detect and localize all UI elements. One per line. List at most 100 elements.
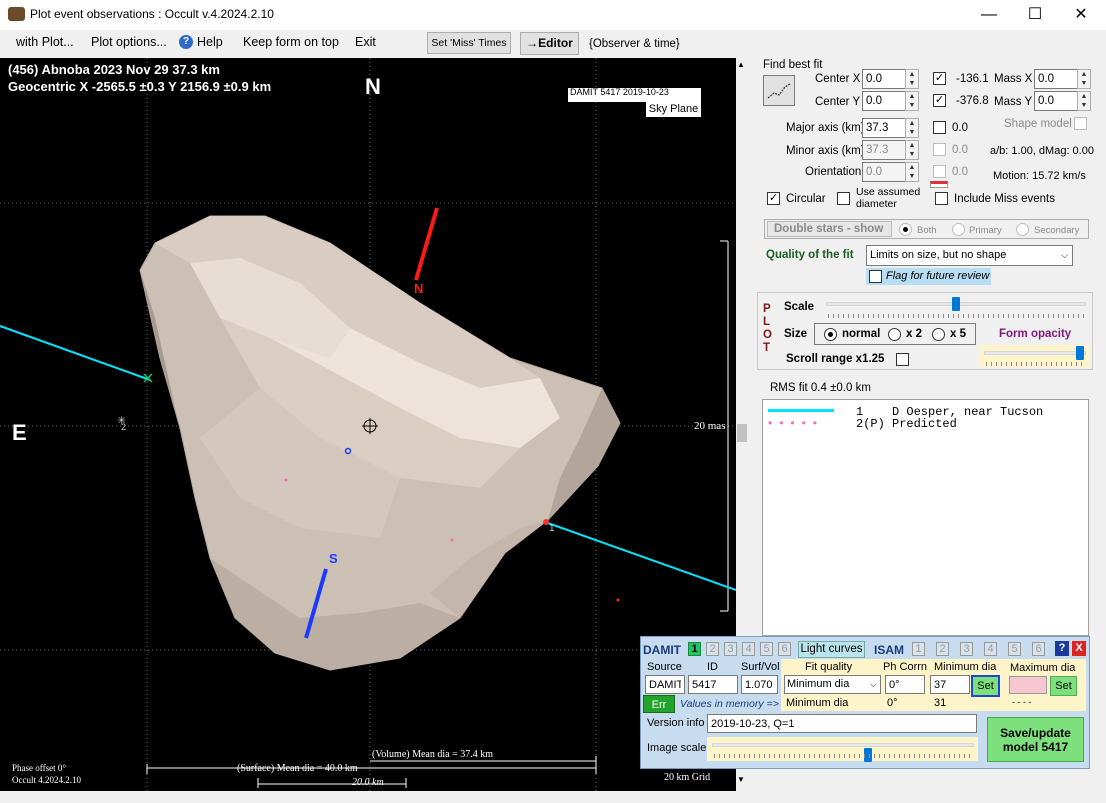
- mass-x-spinner[interactable]: ▲ ▼: [1077, 69, 1091, 89]
- quality-label: Quality of the fit: [766, 249, 854, 261]
- source-input[interactable]: [645, 675, 685, 694]
- damit-tab-2[interactable]: 2: [706, 642, 719, 656]
- center-y-spinner[interactable]: ▲ ▼: [905, 91, 919, 111]
- menu-keep-on-top[interactable]: Keep form on top: [243, 35, 339, 49]
- fit-quality-label: Fit quality: [805, 661, 853, 673]
- chord-line-right: [544, 521, 736, 591]
- mass-x-input[interactable]: [1034, 69, 1078, 89]
- editor-button[interactable]: →Editor: [520, 32, 579, 55]
- light-curves-button[interactable]: Light curves: [798, 641, 865, 658]
- center-x-checkbox[interactable]: ✓: [933, 72, 946, 85]
- opacity-slider-ticks: [986, 362, 1084, 366]
- menu-help[interactable]: Help: [197, 35, 223, 49]
- scrollbar-thumb[interactable]: [737, 424, 747, 442]
- scale-slider-thumb[interactable]: [952, 297, 960, 311]
- shape-model-checkbox[interactable]: [1074, 117, 1087, 130]
- close-button[interactable]: ✕: [1058, 0, 1104, 30]
- center-x-spinner[interactable]: ▲ ▼: [905, 69, 919, 89]
- include-miss-checkbox[interactable]: [935, 192, 948, 205]
- mass-y-spinner[interactable]: ▲ ▼: [1077, 91, 1091, 111]
- mass-y-input[interactable]: [1034, 91, 1078, 111]
- major-axis-input[interactable]: [862, 118, 906, 138]
- damit-tab-1[interactable]: 1: [688, 642, 701, 656]
- mass-x-label: Mass X: [994, 73, 1033, 85]
- center-y-input[interactable]: [862, 91, 906, 111]
- color-swatch[interactable]: [930, 181, 948, 188]
- center-x-label: Center X: [815, 73, 861, 85]
- primary-radio[interactable]: [952, 223, 965, 236]
- max-dia-input[interactable]: [1009, 676, 1047, 694]
- size-x5-label: x 5: [950, 328, 966, 340]
- opacity-slider-track[interactable]: [984, 351, 1086, 355]
- circular-checkbox[interactable]: ✓: [767, 192, 780, 205]
- min-dia-set-button[interactable]: Set: [971, 675, 1000, 697]
- isam-tab-6[interactable]: 6: [1032, 642, 1045, 656]
- minimize-button[interactable]: —: [966, 0, 1012, 30]
- size-x2-radio[interactable]: [888, 328, 901, 341]
- help-icon[interactable]: ?: [179, 35, 193, 49]
- isam-tab-3[interactable]: 3: [960, 642, 973, 656]
- surf-vol-input[interactable]: [741, 675, 778, 694]
- damit-tab-3[interactable]: 3: [724, 642, 737, 656]
- err-button[interactable]: Err: [643, 695, 675, 713]
- size-x2-label: x 2: [906, 328, 922, 340]
- scroll-range-checkbox[interactable]: [896, 353, 909, 366]
- isam-tab-1[interactable]: 1: [912, 642, 925, 656]
- north-label: N: [365, 74, 381, 99]
- orientation-spinner[interactable]: ▲ ▼: [905, 162, 919, 182]
- menu-plot-options[interactable]: Plot options...: [91, 35, 167, 49]
- phase-offset-label: Phase offset 0°: [12, 763, 66, 773]
- max-dia-set-button[interactable]: Set: [1050, 676, 1077, 696]
- observer-time-label[interactable]: {Observer & time}: [589, 38, 680, 50]
- chevron-down-icon: ⌵: [870, 679, 877, 689]
- id-input[interactable]: [688, 675, 738, 694]
- double-stars-button[interactable]: Double stars - show: [767, 221, 892, 237]
- fit-graph-button[interactable]: [763, 75, 795, 106]
- size-x5-radio[interactable]: [932, 328, 945, 341]
- flag-review-checkbox[interactable]: [869, 270, 882, 283]
- minor-axis-input[interactable]: [862, 140, 906, 160]
- mem-min-dia: 31: [934, 697, 947, 709]
- min-dia-input[interactable]: [930, 675, 970, 694]
- scroll-up-icon[interactable]: ▲: [737, 60, 745, 69]
- circular-label: Circular: [786, 193, 826, 205]
- image-scale-slider-track[interactable]: [712, 743, 974, 747]
- pink-dot: [450, 538, 454, 542]
- set-miss-times-button[interactable]: Set 'Miss' Times: [427, 32, 511, 54]
- major-axis-spinner[interactable]: ▲ ▼: [905, 118, 919, 138]
- damit-tab-4[interactable]: 4: [742, 642, 755, 656]
- fit-quality-select[interactable]: Minimum dia ⌵: [784, 675, 881, 694]
- secondary-radio[interactable]: [1016, 223, 1029, 236]
- plot-canvas[interactable]: ✳ (456) Abnoba 2023 Nov 29 37.3 km Geoce…: [0, 58, 736, 791]
- damit-help-button[interactable]: ?: [1055, 641, 1069, 656]
- damit-tab-5[interactable]: 5: [760, 642, 773, 656]
- ph-corrn-input[interactable]: [885, 675, 925, 694]
- orientation-input[interactable]: [862, 162, 906, 182]
- ph-corrn-label: Ph Corrn: [883, 661, 928, 673]
- scroll-down-icon[interactable]: ▼: [737, 775, 745, 784]
- use-assumed-checkbox[interactable]: [837, 192, 850, 205]
- orientation-checkbox[interactable]: [933, 165, 946, 178]
- both-radio[interactable]: [899, 223, 912, 236]
- save-update-button[interactable]: Save/update model 5417: [987, 717, 1084, 762]
- legend-line-icon: [768, 409, 834, 412]
- maximize-button[interactable]: ☐: [1012, 0, 1058, 30]
- occult-version-label: Occult 4.2024.2.10: [12, 775, 81, 785]
- isam-tab-2[interactable]: 2: [936, 642, 949, 656]
- isam-tab-4[interactable]: 4: [984, 642, 997, 656]
- center-y-checkbox[interactable]: ✓: [933, 94, 946, 107]
- minor-axis-spinner[interactable]: ▲ ▼: [905, 140, 919, 160]
- menu-exit[interactable]: Exit: [355, 35, 376, 49]
- major-axis-checkbox[interactable]: [933, 121, 946, 134]
- damit-close-button[interactable]: X: [1072, 641, 1086, 656]
- minor-axis-checkbox[interactable]: [933, 143, 946, 156]
- mem-ph-corrn: 0°: [887, 697, 898, 709]
- damit-tab-6[interactable]: 6: [778, 642, 791, 656]
- isam-tab-5[interactable]: 5: [1008, 642, 1021, 656]
- opacity-slider-thumb[interactable]: [1076, 346, 1085, 360]
- center-x-input[interactable]: [862, 69, 906, 89]
- menu-with-plot[interactable]: with Plot...: [16, 35, 74, 49]
- version-info-input[interactable]: [707, 714, 977, 733]
- quality-select[interactable]: Limits on size, but no shape ⌵: [866, 245, 1073, 266]
- size-normal-radio[interactable]: [824, 328, 837, 341]
